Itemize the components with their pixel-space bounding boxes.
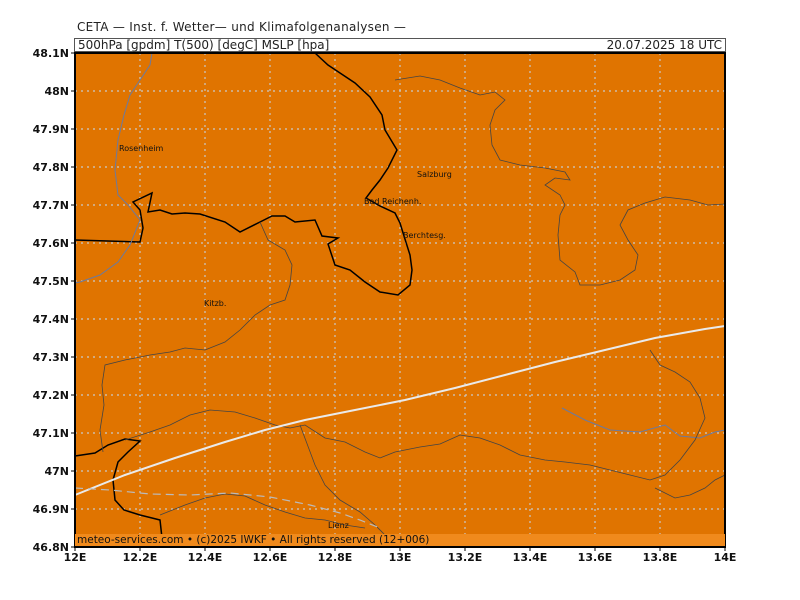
city-label: Salzburg (417, 170, 452, 179)
lat-tick-label: 47.3N (33, 351, 69, 364)
lon-tick-label: 13E (389, 551, 412, 564)
lon-tick-label: 13.6E (578, 551, 613, 564)
lat-tick-label: 47.8N (33, 161, 69, 174)
lat-tick-label: 47.2N (33, 389, 69, 402)
lon-tick-label: 13.8E (643, 551, 678, 564)
lat-tick-label: 47.7N (33, 199, 69, 212)
lat-tick-label: 47.6N (33, 237, 69, 250)
lon-tick-label: 14E (714, 551, 737, 564)
longitude-labels: 12E 12.2E 12.4E 12.6E 12.8E 13E 13.2E 13.4E 13.6… (64, 547, 737, 564)
copyright-footer: meteo-services.com • (c)2025 IWKF • All … (75, 534, 725, 546)
lat-tick-label: 47.9N (33, 123, 69, 136)
lat-tick-label: 47.1N (33, 427, 69, 440)
lon-tick-label: 13.4E (513, 551, 548, 564)
city-label: Lienz (328, 521, 349, 530)
lat-tick-label: 47.4N (33, 313, 69, 326)
city-label: Kitzb. (204, 299, 226, 308)
lat-tick-label: 48N (44, 85, 69, 98)
lon-tick-label: 12.4E (188, 551, 223, 564)
city-label: Berchtesg. (403, 231, 446, 240)
lat-tick-label: 46.9N (33, 503, 69, 516)
lat-tick-label: 47N (44, 465, 69, 478)
city-label: Rosenheim (119, 144, 163, 153)
lon-tick-label: 12E (64, 551, 87, 564)
latitude-labels: 48.1N 48N 47.9N 47.8N 47.7N 47.6N 47.5N 47.4N 47… (33, 47, 75, 554)
lon-tick-label: 12.8E (318, 551, 353, 564)
lon-tick-label: 13.2E (448, 551, 483, 564)
city-label: Bad Reichenh. (364, 197, 421, 206)
lon-tick-label: 12.6E (253, 551, 288, 564)
lat-tick-label: 48.1N (33, 47, 69, 60)
lon-tick-label: 12.2E (123, 551, 158, 564)
lat-tick-label: 47.5N (33, 275, 69, 288)
weather-map: Rosenheim Salzburg Bad Reichenh. Berchtesg.… (33, 47, 737, 564)
